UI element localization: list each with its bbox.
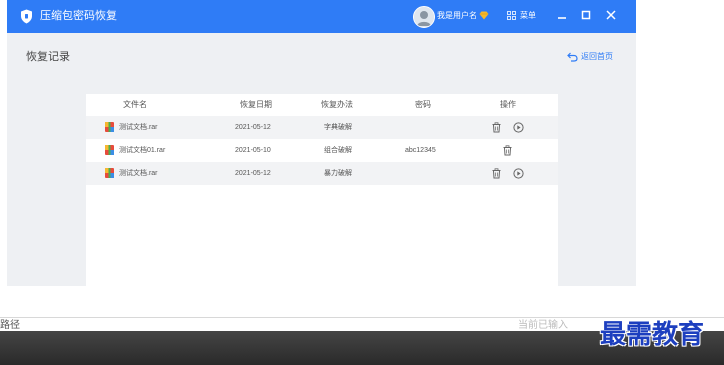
delete-icon[interactable]: [491, 168, 502, 179]
cell-method: 组合破解: [324, 147, 352, 154]
cell-password: abc12345: [405, 147, 436, 154]
minimize-icon[interactable]: [555, 8, 569, 22]
cell-method: 暴力破解: [324, 170, 352, 177]
app-title: 压缩包密码恢复: [40, 10, 117, 22]
cell-filename: 测试文档.rar: [119, 124, 158, 131]
header-date: 恢复日期: [240, 100, 272, 109]
cell-date: 2021-05-12: [235, 124, 271, 131]
cell-filename: 测试文档.rar: [119, 170, 158, 177]
close-icon[interactable]: [604, 8, 618, 22]
header-method: 恢复办法: [321, 100, 353, 109]
play-icon[interactable]: [513, 168, 524, 179]
delete-icon[interactable]: [502, 145, 513, 156]
menu-label: 菜单: [520, 11, 536, 20]
archive-file-icon: [105, 168, 114, 178]
title-bar: 压缩包密码恢复 我是用户名 菜单: [7, 0, 636, 33]
grid-menu-icon: [507, 11, 516, 20]
table-header: 文件名 恢复日期 恢复办法 密码 操作: [86, 94, 558, 116]
cell-date: 2021-05-10: [235, 147, 271, 154]
table-row: 测试文档.rar 2021-05-12 暴力破解: [86, 162, 558, 185]
header-actions: 操作: [500, 100, 516, 109]
watermark: 最需教育: [600, 320, 705, 350]
back-arrow-icon: [567, 52, 578, 62]
back-home-label: 返回首页: [581, 52, 613, 61]
cell-date: 2021-05-12: [235, 170, 271, 177]
records-table: 文件名 恢复日期 恢复办法 密码 操作 测试文档.rar 2021-05-12 …: [86, 94, 558, 286]
header-password: 密码: [415, 100, 431, 109]
username[interactable]: 我是用户名: [437, 10, 477, 21]
cell-filename: 测试文档01.rar: [119, 147, 166, 154]
avatar[interactable]: [413, 6, 435, 28]
header-filename: 文件名: [123, 100, 147, 109]
delete-icon[interactable]: [491, 122, 502, 133]
maximize-icon[interactable]: [579, 8, 593, 22]
page-title: 恢复记录: [26, 51, 70, 63]
user-avatar-icon: [414, 7, 434, 27]
diamond-vip-icon: [479, 11, 489, 20]
app-window: 压缩包密码恢复 我是用户名 菜单 恢复记录 返回首页 文件名 恢复日期 恢复办法…: [7, 0, 636, 286]
shield-logo-icon: [21, 9, 32, 24]
cell-method: 字典破解: [324, 124, 352, 131]
table-row: 测试文档.rar 2021-05-12 字典破解: [86, 116, 558, 139]
table-row: 测试文档01.rar 2021-05-10 组合破解 abc12345: [86, 139, 558, 162]
play-icon[interactable]: [513, 122, 524, 133]
main-content: 恢复记录 返回首页 文件名 恢复日期 恢复办法 密码 操作 测试文档.rar 2…: [7, 33, 636, 286]
archive-file-icon: [105, 122, 114, 132]
archive-file-icon: [105, 145, 114, 155]
